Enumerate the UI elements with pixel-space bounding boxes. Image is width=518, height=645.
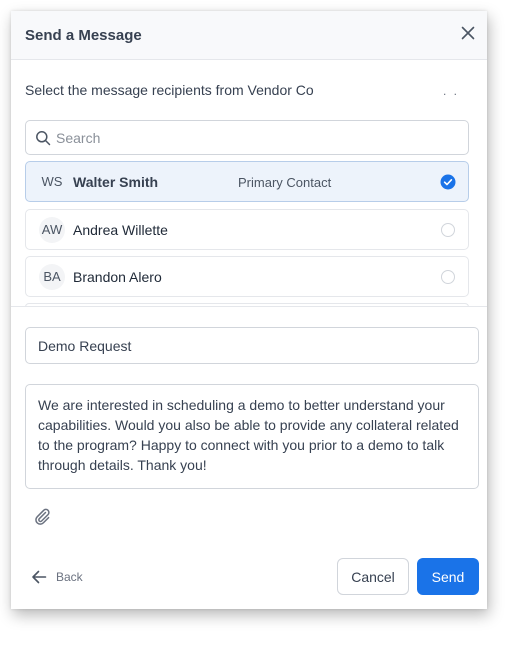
checked-icon[interactable] (440, 174, 456, 190)
arrow-left-icon (32, 570, 47, 584)
avatar-initials: WS (41, 174, 63, 189)
subject-field[interactable] (25, 327, 479, 364)
dialog-title: Send a Message (25, 27, 142, 44)
recipient-row-brandon-alero[interactable]: BA Brandon Alero (25, 256, 469, 297)
close-icon[interactable] (460, 25, 476, 41)
recipient-instruction: Select the message recipients from Vendo… (25, 82, 314, 98)
search-icon (36, 131, 51, 146)
recipient-name: Andrea Willette (73, 222, 168, 238)
search-input[interactable] (56, 122, 456, 153)
back-label: Back (56, 570, 83, 584)
recipient-row-andrea-willette[interactable]: AW Andrea Willette (25, 209, 469, 250)
dialog-header: Send a Message (11, 11, 487, 60)
recipient-role: Primary Contact (238, 175, 332, 190)
avatar-initials: BA (39, 264, 65, 290)
recipient-name: Brandon Alero (73, 269, 162, 285)
unchecked-radio-icon[interactable] (441, 223, 455, 237)
send-message-dialog: Send a Message Select the message recipi… (11, 11, 487, 609)
more-options-icon[interactable]: . . (443, 84, 459, 98)
unchecked-radio-icon[interactable] (441, 270, 455, 284)
cancel-button[interactable]: Cancel (337, 558, 409, 595)
paperclip-icon[interactable] (33, 507, 51, 525)
recipient-name: Walter Smith (73, 174, 159, 190)
search-box (25, 120, 469, 155)
send-button[interactable]: Send (417, 558, 479, 595)
avatar-initials: AW (39, 217, 65, 243)
recipient-row-walter-smith[interactable]: WS Walter Smith Primary Contact (25, 161, 469, 202)
section-divider (11, 306, 487, 307)
message-body-field[interactable]: We are interested in scheduling a demo t… (25, 384, 479, 489)
